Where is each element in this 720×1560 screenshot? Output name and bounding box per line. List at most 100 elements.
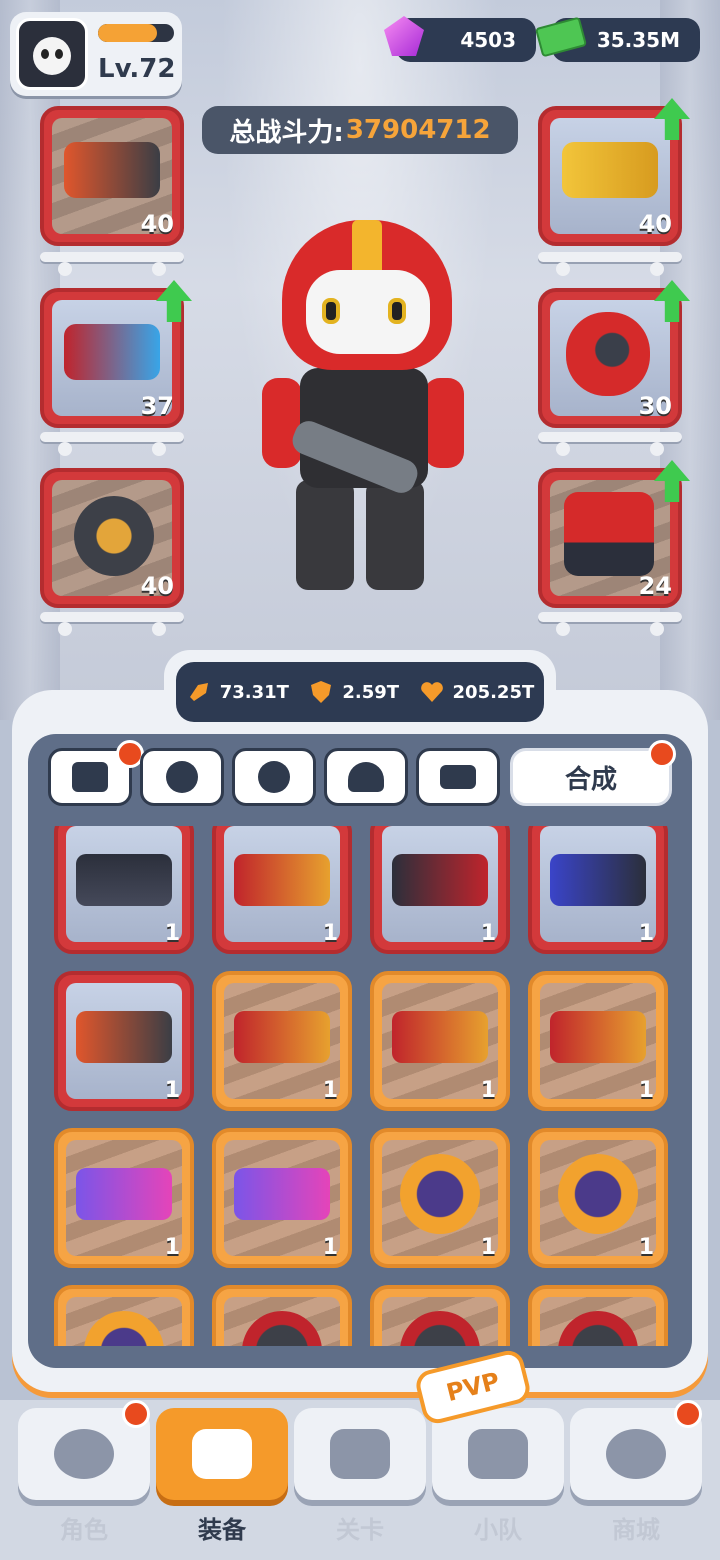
equip-slot-helmet[interactable]: 30 xyxy=(538,280,690,428)
map-pin-icon xyxy=(330,1429,390,1479)
slot-level: 24 xyxy=(638,572,672,600)
equip-slot-ammo[interactable]: 40 xyxy=(40,468,184,608)
nav-label-shop: 商城 xyxy=(612,1516,660,1544)
attack-value: 73.31T xyxy=(219,681,289,703)
rocket-icon xyxy=(189,683,208,701)
item-count: 1 xyxy=(164,1078,180,1103)
character-eye xyxy=(388,298,406,324)
player-level: Lv.72 xyxy=(98,54,176,84)
inventory-item[interactable]: 1 xyxy=(370,971,510,1111)
watch-icon xyxy=(166,761,198,793)
shield-icon xyxy=(311,681,332,703)
equip-slot-armor[interactable]: 24 xyxy=(538,460,690,608)
shelf xyxy=(40,252,184,276)
inventory-item[interactable]: 1 xyxy=(528,971,668,1111)
skull-icon xyxy=(54,1429,114,1479)
slot-level: 40 xyxy=(638,210,672,238)
inventory-item[interactable]: 1 xyxy=(528,826,668,954)
slot-level: 40 xyxy=(140,572,174,600)
radar-watch-icon xyxy=(400,1154,480,1234)
slot-level: 37 xyxy=(140,392,174,420)
shop-icon xyxy=(606,1429,666,1479)
character-leg xyxy=(296,480,354,590)
shotgun-icon xyxy=(234,854,330,906)
helmet-icon xyxy=(348,762,384,792)
goggles-icon xyxy=(64,324,160,380)
item-count: 1 xyxy=(322,1235,338,1260)
nav-label-squad: 小队 xyxy=(474,1516,522,1544)
stats-inner: 73.31T 2.59T 205.25T xyxy=(176,662,544,722)
item-count: 1 xyxy=(480,921,496,946)
nav-squad[interactable] xyxy=(432,1408,564,1500)
tab-armor[interactable] xyxy=(416,748,500,806)
shotgun-icon xyxy=(392,1011,488,1063)
inventory-item[interactable] xyxy=(370,1285,510,1346)
nav-equipment[interactable] xyxy=(156,1408,288,1500)
notification-dot xyxy=(674,1400,702,1428)
inventory-item[interactable]: 1 xyxy=(54,826,194,954)
cash-amount: 35.35M xyxy=(596,28,680,52)
notification-dot xyxy=(648,740,676,768)
equip-slot-weapon[interactable]: 40 xyxy=(40,106,184,246)
squad-icon xyxy=(468,1429,528,1479)
gem-counter[interactable]: 4503 xyxy=(384,16,536,62)
nav-stages[interactable] xyxy=(294,1408,426,1500)
inventory-item[interactable]: 1 xyxy=(212,826,352,954)
player-profile[interactable]: Lv.72 xyxy=(10,12,182,96)
inventory-item[interactable]: 1 xyxy=(528,1128,668,1268)
shelf xyxy=(538,612,682,636)
nav-label-character: 角色 xyxy=(60,1516,108,1544)
item-count: 1 xyxy=(480,1235,496,1260)
tab-gear[interactable] xyxy=(232,748,316,806)
inventory-item[interactable] xyxy=(54,1285,194,1346)
character-arm xyxy=(262,378,302,468)
character-arm xyxy=(424,378,464,468)
inventory-item[interactable]: 1 xyxy=(370,826,510,954)
health-value: 205.25T xyxy=(452,681,535,703)
inventory-item[interactable]: 1 xyxy=(54,1128,194,1268)
tab-watch[interactable] xyxy=(140,748,224,806)
armor-icon xyxy=(440,765,476,789)
inventory-item[interactable]: 1 xyxy=(54,971,194,1111)
smg-icon xyxy=(392,854,488,906)
avatar[interactable] xyxy=(16,18,88,90)
shelf xyxy=(40,612,184,636)
avatar-eye xyxy=(55,49,63,59)
tab-helmet[interactable] xyxy=(324,748,408,806)
drum-shotgun-icon xyxy=(76,1011,172,1063)
item-count: 1 xyxy=(638,921,654,946)
red-helmet-icon xyxy=(566,312,650,396)
skull-face-icon xyxy=(33,37,71,75)
inventory-item[interactable]: 1 xyxy=(370,1128,510,1268)
slot-level: 40 xyxy=(140,210,174,238)
item-count: 1 xyxy=(638,1235,654,1260)
bottom-nav: 角色 装备 关卡 小队 商城 xyxy=(0,1400,720,1560)
shelf xyxy=(40,432,184,456)
defense-stat: 2.59T xyxy=(308,679,399,705)
inventory-item[interactable]: 1 xyxy=(212,971,352,1111)
golden-revolver-icon xyxy=(562,142,658,198)
inventory-panel: 合成 111111111111 xyxy=(12,690,708,1392)
character-leg xyxy=(366,480,424,590)
inventory-item[interactable] xyxy=(528,1285,668,1346)
cash-counter[interactable]: 35.35M xyxy=(534,16,700,62)
shotgun-icon xyxy=(234,1011,330,1063)
equip-slot-goggles[interactable]: 37 xyxy=(40,280,192,428)
power-label: 总战斗力: xyxy=(229,117,344,148)
item-count: 1 xyxy=(480,1078,496,1103)
inventory-item[interactable] xyxy=(212,1285,352,1346)
equip-slot-pistol[interactable]: 40 xyxy=(538,98,690,246)
item-count: 1 xyxy=(164,921,180,946)
xp-bar xyxy=(98,24,174,42)
avatar-eye xyxy=(41,49,49,59)
defense-value: 2.59T xyxy=(342,681,400,703)
stats-bar: 73.31T 2.59T 205.25T xyxy=(164,650,556,734)
gear-icon xyxy=(258,761,290,793)
plasma-rifle-icon xyxy=(234,1168,330,1220)
inventory-item[interactable]: 1 xyxy=(212,1128,352,1268)
gun-icon xyxy=(192,1429,252,1479)
character-eye xyxy=(322,298,340,324)
item-count: 1 xyxy=(322,921,338,946)
notification-dot xyxy=(122,1400,150,1428)
nav-label-stages: 关卡 xyxy=(336,1516,384,1544)
